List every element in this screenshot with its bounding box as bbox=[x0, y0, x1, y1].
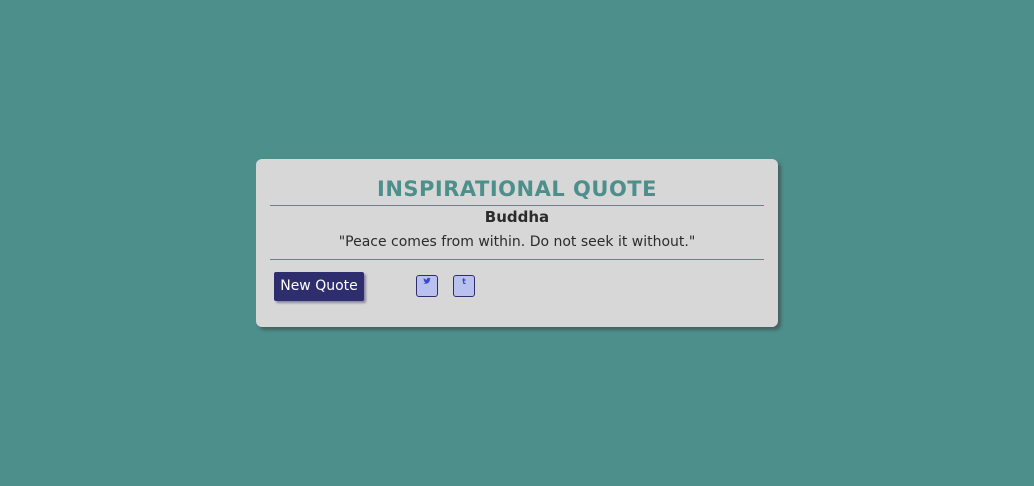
tumblr-button[interactable]: t bbox=[453, 275, 475, 297]
tumblr-icon: t bbox=[462, 277, 466, 286]
new-quote-button[interactable]: New Quote bbox=[274, 272, 364, 301]
quote-card: INSPIRATIONAL QUOTE Buddha "Peace comes … bbox=[256, 159, 778, 327]
quote-author: Buddha bbox=[484, 208, 550, 226]
quote-text: "Peace comes from within. Do not seek it… bbox=[338, 234, 696, 250]
bottom-divider bbox=[270, 259, 764, 260]
top-divider bbox=[270, 205, 764, 206]
card-title: INSPIRATIONAL QUOTE bbox=[377, 177, 657, 201]
tweet-button[interactable] bbox=[416, 275, 438, 297]
twitter-icon bbox=[417, 277, 437, 285]
